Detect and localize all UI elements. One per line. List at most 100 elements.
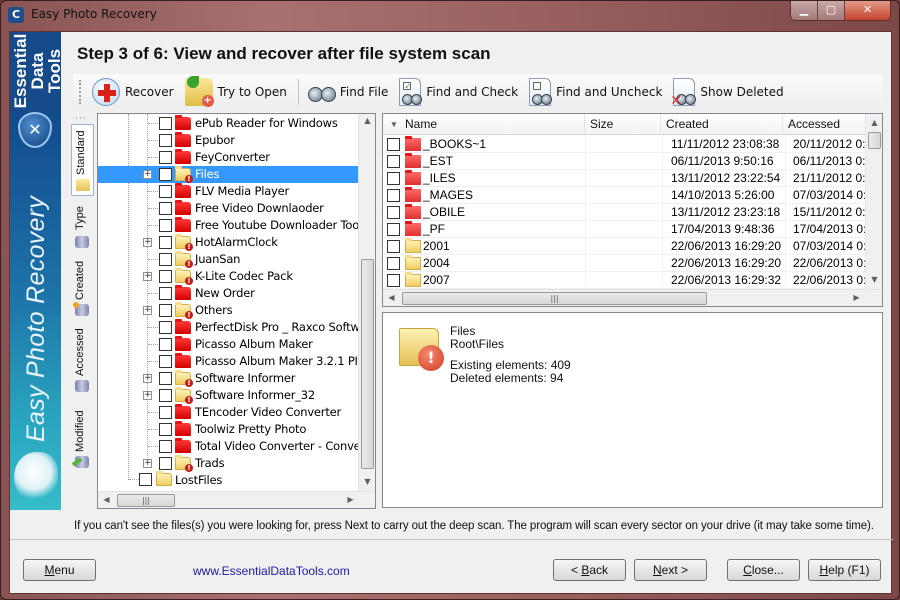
website-link[interactable]: www.EssentialDataTools.com [193, 564, 350, 578]
row-checkbox[interactable] [387, 155, 400, 168]
tree-checkbox[interactable] [159, 304, 172, 317]
file-list-row[interactable]: _ILES 13/11/2012 23:22:54 21/11/2012 0:00 [383, 170, 865, 187]
tree-item[interactable]: ePub Reader for Windows [98, 115, 358, 132]
expand-icon[interactable]: + [143, 170, 152, 179]
row-checkbox[interactable] [387, 240, 400, 253]
find-and-check-button[interactable]: ✓ Find and Check [395, 76, 522, 108]
tree-item[interactable]: New Order [98, 285, 358, 302]
tree-item[interactable]: Free Youtube Downloader Tool [98, 217, 362, 234]
tree-item[interactable]: + Software Informer [98, 370, 358, 387]
file-list-row[interactable]: _BOOKS~1 11/11/2012 23:08:38 20/11/2012 0:… [383, 136, 865, 153]
row-checkbox[interactable] [387, 257, 400, 270]
tree-checkbox[interactable] [159, 406, 172, 419]
tree-item[interactable]: + Others [98, 302, 358, 319]
file-list[interactable]: ▼ Name Size Created Accessed _BOOKS~1 11/1… [382, 113, 883, 307]
tree-checkbox[interactable] [159, 321, 172, 334]
title-bar[interactable]: C Easy Photo Recovery ▁ ▢ ✕ [1, 1, 899, 29]
tree-checkbox[interactable] [159, 202, 172, 215]
try-to-open-button[interactable]: Try to Open [181, 76, 291, 108]
tree-item[interactable]: Toolwiz Pretty Photo [98, 421, 358, 438]
tree-checkbox[interactable] [159, 219, 172, 232]
tree-checkbox[interactable] [139, 473, 152, 486]
row-checkbox[interactable] [387, 172, 400, 185]
tree-checkbox[interactable] [159, 134, 172, 147]
column-header-created[interactable]: Created [661, 114, 783, 135]
scrollbar-thumb[interactable]: ||| [402, 292, 707, 305]
tab-accessed[interactable]: Accessed [71, 322, 94, 394]
row-checkbox[interactable] [387, 189, 400, 202]
tree-item[interactable]: + Files [98, 166, 358, 183]
scrollbar-thumb[interactable] [868, 132, 881, 149]
expand-icon[interactable]: + [143, 238, 152, 247]
row-checkbox[interactable] [387, 274, 400, 287]
tree-item[interactable]: + Software Informer_32 [98, 387, 358, 404]
folder-tree[interactable]: ePub Reader for Windows Epubor FeyConverte… [97, 113, 376, 509]
file-list-row[interactable]: 2004 22/06/2013 16:29:20 22/06/2013 0:00 [383, 255, 865, 272]
expand-icon[interactable]: + [143, 306, 152, 315]
scroll-down-arrow[interactable]: ▼ [866, 275, 882, 284]
tree-checkbox[interactable] [159, 151, 172, 164]
tree-item[interactable]: Epubor [98, 132, 358, 149]
tree-checkbox[interactable] [159, 355, 172, 368]
recover-button[interactable]: Recover [88, 76, 178, 108]
tree-checkbox[interactable] [159, 270, 172, 283]
expand-icon[interactable]: + [143, 374, 152, 383]
tab-type[interactable]: Type [71, 202, 94, 252]
show-deleted-button[interactable]: ✕ Show Deleted [669, 76, 787, 109]
tree-checkbox[interactable] [159, 185, 172, 198]
file-list-row[interactable]: _EST 06/11/2013 9:50:16 06/11/2013 0:00 [383, 153, 865, 170]
tree-checkbox[interactable] [159, 168, 172, 181]
help-button[interactable]: Help (F1) [808, 559, 881, 581]
find-file-button[interactable]: Find File [303, 76, 392, 108]
scroll-left-arrow[interactable]: ◀ [98, 495, 115, 504]
scroll-down-arrow[interactable]: ▼ [359, 477, 375, 486]
expand-icon[interactable]: + [143, 272, 152, 281]
tree-checkbox[interactable] [159, 372, 172, 385]
scroll-up-arrow[interactable]: ▲ [359, 116, 375, 125]
minimize-button[interactable]: ▁ [791, 1, 818, 20]
file-list-row[interactable]: _MAGES 14/10/2013 5:26:00 07/03/2014 0:00 [383, 187, 865, 204]
tree-checkbox[interactable] [159, 423, 172, 436]
back-button[interactable]: < Back [553, 559, 626, 581]
tree-checkbox[interactable] [159, 457, 172, 470]
column-header-name[interactable]: ▼ Name [383, 114, 585, 135]
tree-checkbox[interactable] [159, 338, 172, 351]
tree-checkbox[interactable] [159, 236, 172, 249]
close-button[interactable]: Close... [727, 559, 800, 581]
app-icon[interactable]: C [8, 7, 24, 23]
tree-checkbox[interactable] [159, 253, 172, 266]
row-checkbox[interactable] [387, 138, 400, 151]
tab-standard[interactable]: Standard [71, 124, 94, 196]
menu-button[interactable]: Menu [23, 559, 96, 581]
list-horizontal-scrollbar[interactable]: ◀ ||| ▶ [383, 289, 882, 306]
tree-checkbox[interactable] [159, 440, 172, 453]
tree-item[interactable]: + K-Lite Codec Pack [98, 268, 358, 285]
file-list-row[interactable]: 2007 22/06/2013 16:29:32 22/06/2013 0:00 [383, 272, 865, 289]
tree-checkbox[interactable] [159, 117, 172, 130]
scroll-left-arrow[interactable]: ◀ [383, 293, 400, 302]
scroll-right-arrow[interactable]: ▶ [848, 293, 865, 302]
tree-horizontal-scrollbar[interactable]: ◀ ||| ▶ [98, 491, 375, 508]
tree-item[interactable]: PerfectDisk Pro _ Raxco Software [98, 319, 375, 336]
tree-item[interactable]: FLV Media Player [98, 183, 358, 200]
row-checkbox[interactable] [387, 223, 400, 236]
expand-icon[interactable]: + [143, 459, 152, 468]
row-checkbox[interactable] [387, 206, 400, 219]
scroll-up-arrow[interactable]: ▲ [866, 118, 882, 127]
find-and-uncheck-button[interactable]: Find and Uncheck [525, 76, 666, 108]
maximize-button[interactable]: ▢ [818, 1, 845, 20]
tree-item[interactable]: + Trads [98, 455, 358, 472]
tree-item[interactable]: Picasso Album Maker [98, 336, 358, 353]
tree-item[interactable]: JuanSan [98, 251, 358, 268]
file-list-row[interactable]: _PF 17/04/2013 9:48:36 17/04/2013 0:00 [383, 221, 865, 238]
file-list-row[interactable]: _OBILE 13/11/2012 23:23:18 15/11/2012 0:00 [383, 204, 865, 221]
tree-item[interactable]: Picasso Album Maker 3.2.1 PICA [98, 353, 373, 370]
close-window-button[interactable]: ✕ [845, 1, 890, 20]
list-vertical-scrollbar[interactable]: ▲ ▼ [865, 114, 882, 289]
tree-item-lostfiles[interactable]: LostFiles [98, 471, 358, 488]
tree-item[interactable]: FeyConverter [98, 149, 358, 166]
tree-item[interactable]: Free Video Downlaoder [98, 200, 358, 217]
tree-item[interactable]: + HotAlarmClock [98, 234, 358, 251]
tree-checkbox[interactable] [159, 389, 172, 402]
tree-item[interactable]: TEncoder Video Converter [98, 404, 358, 421]
